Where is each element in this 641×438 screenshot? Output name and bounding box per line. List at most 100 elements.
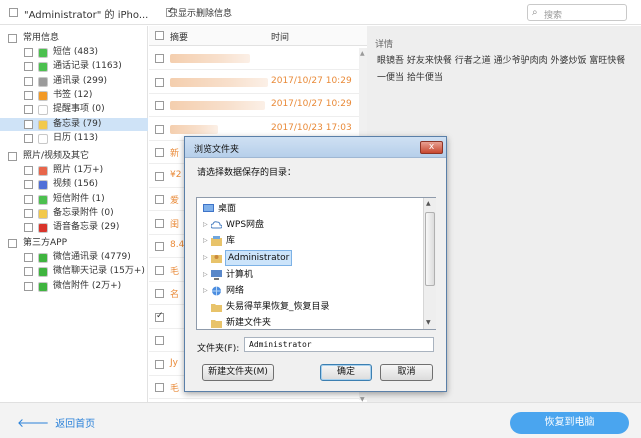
- item-label: 通讯录 (299): [53, 75, 108, 86]
- item-checkbox[interactable]: [24, 180, 33, 190]
- category-icon: [38, 180, 48, 191]
- search-box[interactable]: ⌕ 搜索: [527, 4, 627, 21]
- expand-arrow-icon[interactable]: ▷: [203, 218, 208, 232]
- item-checkbox[interactable]: [24, 62, 33, 72]
- tree-group-third[interactable]: 第三方APP: [0, 237, 148, 250]
- tree-item[interactable]: 书签 (12): [0, 89, 148, 102]
- recover-to-pc-button[interactable]: 恢复到电脑: [510, 412, 629, 434]
- item-label: 日历 (113): [53, 132, 99, 143]
- tree-label: 计算机: [226, 270, 254, 280]
- list-item[interactable]: 2017/10/27 10:29: [149, 72, 359, 94]
- scroll-up-arrow[interactable]: ▲: [360, 50, 365, 57]
- list-item[interactable]: 2017/10/27 10:29: [149, 95, 359, 117]
- tree-item[interactable]: 微信聊天记录 (15万+): [0, 265, 148, 278]
- item-checkbox[interactable]: [24, 90, 33, 100]
- row-checkbox[interactable]: [155, 195, 164, 204]
- tree-item[interactable]: 通讯录 (299): [0, 75, 148, 88]
- scroll-down-arrow[interactable]: ▼: [426, 319, 431, 326]
- new-folder-button[interactable]: 新建文件夹(M): [202, 364, 274, 381]
- scroll-thumb[interactable]: [425, 212, 435, 286]
- row-checkbox[interactable]: [155, 336, 164, 345]
- row-checkbox[interactable]: [155, 124, 164, 134]
- tree-group-media[interactable]: 照片/视频及其它: [0, 150, 148, 163]
- row-checkbox[interactable]: [155, 289, 164, 298]
- item-checkbox[interactable]: [24, 48, 33, 57]
- tree-item[interactable]: 备忘录附件 (0): [0, 207, 148, 220]
- tree-item[interactable]: 语音备忘录 (29): [0, 221, 148, 234]
- tree-group-common[interactable]: 常用信息: [0, 32, 148, 45]
- list-select-all-checkbox[interactable]: [155, 31, 164, 40]
- scroll-up-arrow[interactable]: ▲: [426, 200, 431, 207]
- item-checkbox[interactable]: [24, 166, 33, 175]
- tree-label: WPS网盘: [226, 220, 265, 230]
- item-label: 备忘录 (79): [53, 118, 102, 129]
- item-checkbox[interactable]: [24, 208, 33, 218]
- tree-label: 网络: [226, 286, 245, 296]
- dialog-prompt: 请选择数据保存的目录：: [197, 168, 297, 178]
- folder-tree: 桌面 ▷ WPS网盘 ▷ 库 ▷ Administrator ▷ 计算机 ▷ 网…: [196, 197, 436, 330]
- row-summary: 8.4: [170, 240, 185, 250]
- cancel-button[interactable]: 取消: [380, 364, 433, 381]
- row-summary: ¥2: [170, 169, 182, 180]
- search-icon: ⌕: [532, 7, 538, 18]
- cloud-icon: [211, 221, 222, 229]
- tree-item[interactable]: 备忘录 (79): [0, 117, 148, 131]
- row-checkbox[interactable]: [155, 101, 164, 110]
- dialog-title: 浏览文件夹: [194, 145, 240, 155]
- item-checkbox[interactable]: [24, 76, 33, 86]
- tree-item[interactable]: 短信 (483): [0, 46, 148, 59]
- list-item[interactable]: [149, 48, 359, 70]
- category-icon: [38, 119, 48, 130]
- row-checkbox[interactable]: [155, 383, 164, 392]
- tree-item[interactable]: 短信附件 (1): [0, 193, 148, 206]
- tree-item[interactable]: 通话记录 (1163): [0, 60, 148, 73]
- tree-item[interactable]: 微信通讯录 (4779): [0, 251, 148, 264]
- group-checkbox[interactable]: [8, 152, 17, 161]
- expand-arrow-icon[interactable]: ▷: [203, 251, 208, 265]
- bottom-bar: 🡐 返回首页 恢复到电脑: [0, 402, 641, 438]
- item-checkbox[interactable]: [24, 267, 33, 277]
- tree-item[interactable]: 微信附件 (2万+): [0, 280, 148, 293]
- item-checkbox[interactable]: [24, 253, 33, 262]
- category-icon: [38, 62, 48, 73]
- item-checkbox[interactable]: [24, 281, 33, 291]
- ok-button[interactable]: 确定: [320, 364, 372, 381]
- tree-item[interactable]: 视频 (156): [0, 178, 148, 191]
- group-checkbox[interactable]: [8, 34, 17, 43]
- row-checkbox[interactable]: [155, 265, 164, 275]
- back-home-link[interactable]: 🡐 返回首页: [17, 415, 95, 430]
- select-all-checkbox[interactable]: [9, 8, 18, 17]
- tree-item[interactable]: 照片 (1万+): [0, 164, 148, 177]
- row-checkbox[interactable]: [155, 77, 164, 87]
- row-checkbox[interactable]: [155, 311, 164, 322]
- tree-item[interactable]: 提醒事项 (0): [0, 103, 148, 116]
- folder-tree-scrollbar[interactable]: ▲ ▼: [423, 198, 436, 329]
- expand-arrow-icon[interactable]: ▷: [203, 268, 208, 282]
- category-icon: [38, 208, 48, 219]
- search-input[interactable]: 搜索: [544, 8, 562, 21]
- list-header: 摘要 时间: [149, 26, 367, 46]
- tree-item[interactable]: 日历 (113): [0, 132, 148, 145]
- row-checkbox[interactable]: [155, 54, 164, 63]
- col-time: 时间: [271, 33, 290, 43]
- row-checkbox[interactable]: [155, 359, 164, 369]
- item-checkbox[interactable]: [24, 223, 33, 233]
- item-label: 语音备忘录 (29): [53, 222, 120, 233]
- item-checkbox[interactable]: [24, 105, 33, 115]
- row-checkbox[interactable]: [155, 171, 164, 181]
- expand-arrow-icon[interactable]: ▷: [203, 234, 208, 248]
- item-checkbox[interactable]: [24, 119, 33, 129]
- item-checkbox[interactable]: [24, 133, 33, 143]
- browse-folder-dialog: 浏览文件夹 x 请选择数据保存的目录： 桌面 ▷ WPS网盘 ▷ 库 ▷ Adm…: [184, 136, 447, 392]
- dialog-titlebar: 浏览文件夹 x: [185, 137, 446, 158]
- folder-input[interactable]: Administrator: [244, 337, 434, 352]
- user-folder-icon: [211, 255, 222, 263]
- row-checkbox[interactable]: [155, 218, 164, 228]
- row-checkbox[interactable]: [155, 242, 164, 251]
- dialog-close-button[interactable]: x: [420, 141, 443, 154]
- item-checkbox[interactable]: [24, 194, 33, 204]
- expand-arrow-icon[interactable]: ▷: [203, 284, 208, 298]
- row-checkbox[interactable]: [155, 148, 164, 157]
- category-icon: [38, 76, 48, 87]
- group-checkbox[interactable]: [8, 239, 17, 248]
